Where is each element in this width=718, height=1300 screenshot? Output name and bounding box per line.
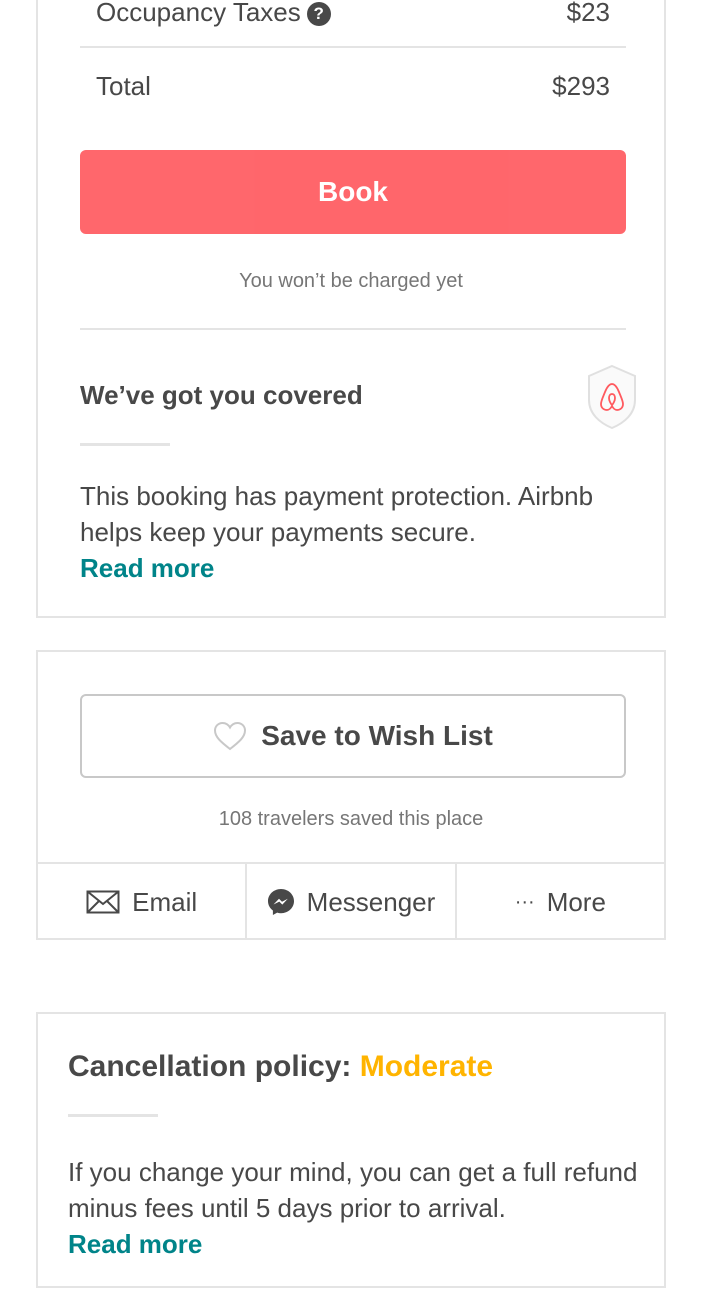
messenger-icon bbox=[267, 889, 294, 915]
saved-count-text: 108 travelers saved this place bbox=[218, 808, 484, 830]
protection-read-more-link[interactable]: Read more bbox=[80, 550, 640, 586]
occupancy-taxes-row: Occupancy Taxes? $23 bbox=[80, 0, 626, 36]
occupancy-taxes-label-wrap: Occupancy Taxes? bbox=[96, 0, 331, 28]
price-divider bbox=[80, 46, 626, 48]
share-more-button[interactable]: ··· More bbox=[454, 864, 664, 940]
charge-note: You won’t be charged yet bbox=[239, 270, 463, 292]
save-to-wishlist-button[interactable]: Save to Wish List bbox=[80, 694, 626, 778]
cancellation-card: Cancellation policy: Moderate If you cha… bbox=[36, 1012, 666, 1288]
cancellation-description: If you change your mind, you can get a f… bbox=[68, 1154, 648, 1262]
share-email-button[interactable]: Email bbox=[38, 864, 245, 940]
question-circle-icon[interactable]: ? bbox=[306, 1, 331, 26]
cancellation-text: If you change your mind, you can get a f… bbox=[68, 1157, 638, 1223]
cancellation-title-label: Cancellation policy: bbox=[68, 1050, 352, 1083]
cancellation-read-more-link[interactable]: Read more bbox=[68, 1226, 648, 1262]
occupancy-taxes-label: Occupancy Taxes bbox=[96, 0, 301, 27]
total-label: Total bbox=[96, 70, 151, 101]
email-icon bbox=[86, 890, 120, 914]
more-dots-icon: ··· bbox=[514, 890, 535, 913]
save-to-wishlist-label: Save to Wish List bbox=[261, 720, 493, 751]
share-email-label: Email bbox=[132, 886, 198, 917]
share-messenger-button[interactable]: Messenger bbox=[245, 864, 454, 940]
section-divider bbox=[80, 328, 626, 330]
protection-description: This booking has payment protection. Air… bbox=[80, 478, 640, 586]
heart-outline-icon bbox=[214, 721, 247, 751]
share-more-label: More bbox=[546, 886, 606, 917]
wishlist-card: Save to Wish List 108 travelers saved th… bbox=[36, 650, 666, 940]
protection-title: We’ve got you covered bbox=[80, 380, 363, 410]
airbnb-shield-icon bbox=[588, 364, 636, 430]
cancellation-title: Cancellation policy: Moderate bbox=[68, 1050, 493, 1084]
title-underline bbox=[80, 443, 170, 446]
booking-summary-card: Occupancy Taxes? $23 Total $293 Book You… bbox=[36, 0, 666, 618]
share-messenger-label: Messenger bbox=[306, 886, 436, 917]
book-button[interactable]: Book bbox=[80, 150, 626, 234]
total-value: $293 bbox=[552, 70, 610, 101]
cancellation-level: Moderate bbox=[359, 1050, 494, 1083]
share-bar: Email Messenger ··· More bbox=[38, 862, 664, 940]
title-underline bbox=[68, 1114, 158, 1117]
total-row: Total $293 bbox=[80, 64, 626, 108]
occupancy-taxes-value: $23 bbox=[566, 0, 610, 27]
protection-text: This booking has payment protection. Air… bbox=[80, 481, 594, 547]
